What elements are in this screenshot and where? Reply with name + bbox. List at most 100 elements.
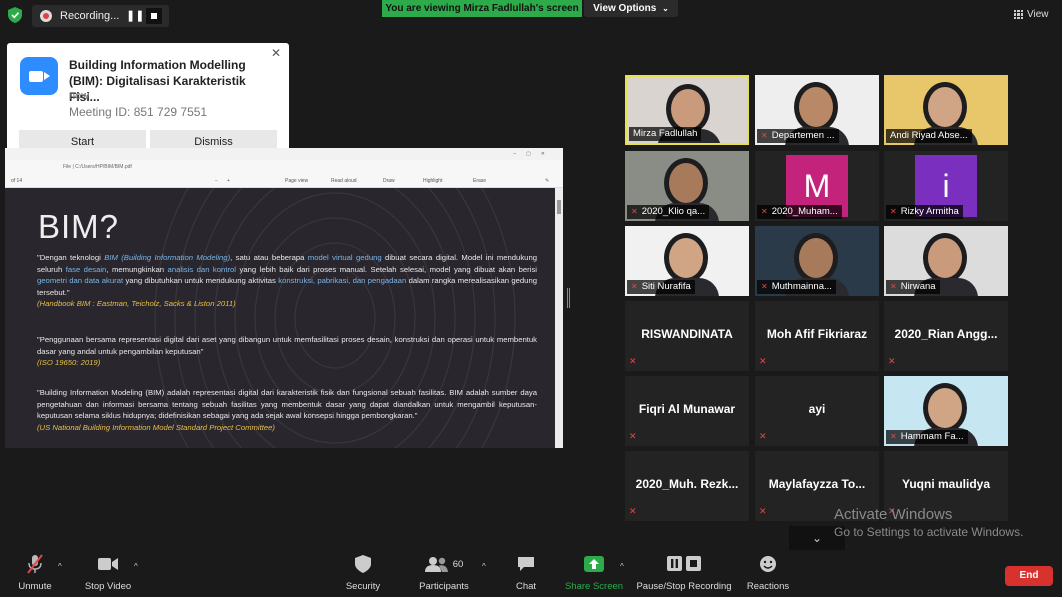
participant-name: Fiqri Al Munawar xyxy=(638,402,736,416)
address-text: File | C:/Users/HP/BIM/BIM.pdf xyxy=(63,164,132,170)
share-screen-icon xyxy=(584,556,604,572)
zoom-out-icon[interactable]: − xyxy=(215,178,218,184)
citation-1: (Handbook BIM : Eastman, Teicholz, Sacks… xyxy=(37,299,236,308)
recording-dot-icon xyxy=(40,10,52,22)
stop-video-label: Stop Video xyxy=(84,581,132,592)
participant-face xyxy=(928,238,962,278)
close-icon[interactable]: ✕ xyxy=(271,46,281,60)
view-options-label: View Options xyxy=(593,3,657,14)
chat-button[interactable]: Chat xyxy=(508,552,544,597)
panel-splitter[interactable] xyxy=(567,288,570,308)
participant-tile[interactable]: Hammam Fa... xyxy=(884,376,1008,446)
participant-name: Muthmainna... xyxy=(757,280,836,294)
paragraph-1: "Dengan teknologi BIM (Building Informat… xyxy=(37,253,538,308)
recording-indicator: Recording... ❚❚ xyxy=(32,5,169,27)
muted-mic-icon: ✕ xyxy=(629,506,637,516)
audio-options-chevron-icon[interactable]: ^ xyxy=(58,562,62,571)
view-options-button[interactable]: View Options ⌄ xyxy=(584,0,678,17)
participants-count: 60 xyxy=(452,558,464,570)
notification-title: Building Information Modelling (BIM): Di… xyxy=(69,58,246,104)
slide-title: BIM? xyxy=(38,208,120,245)
participant-name: Mirza Fadlullah xyxy=(629,127,702,141)
view-label: View xyxy=(1027,9,1049,20)
citation-3: (US National Building Information Model … xyxy=(37,422,275,432)
participant-tile[interactable]: Mirza Fadlullah xyxy=(625,75,749,145)
participant-tile[interactable]: 2020_Rian Angg... ✕ xyxy=(884,301,1008,371)
participant-face xyxy=(671,89,705,129)
participant-tile[interactable]: Moh Afif Fikriaraz ✕ xyxy=(755,301,879,371)
chat-label: Chat xyxy=(515,581,537,592)
pdf-slide: BIM? "Dengan teknologi BIM (Building Inf… xyxy=(5,188,555,448)
grid-view-icon xyxy=(1014,10,1023,19)
participant-tile[interactable]: Nirwana xyxy=(884,226,1008,296)
participant-tile[interactable]: Muthmainna... xyxy=(755,226,879,296)
security-button[interactable]: Security xyxy=(340,552,386,597)
shield-icon[interactable] xyxy=(8,7,22,23)
security-label: Security xyxy=(345,581,381,592)
participant-tile[interactable]: ayi ✕ xyxy=(755,376,879,446)
muted-mic-icon xyxy=(27,554,43,574)
share-options-chevron-icon[interactable]: ^ xyxy=(620,562,624,571)
meeting-id: Meeting ID: 851 729 7551 xyxy=(69,105,208,119)
participant-tile[interactable]: M2020_Muham... xyxy=(755,151,879,221)
viewing-banner: You are viewing Mirza Fadlullah's screen xyxy=(382,0,582,17)
participant-tile[interactable]: 2020_Klio qa... xyxy=(625,151,749,221)
paragraph-3: "Building Information Modeling (BIM) ada… xyxy=(37,388,537,432)
participant-tile[interactable]: iRizky Armitha xyxy=(884,151,1008,221)
participant-face xyxy=(669,238,703,278)
participants-icon xyxy=(424,557,448,572)
toolbar-draw[interactable]: Draw xyxy=(383,178,395,184)
zoom-in-icon[interactable]: + xyxy=(227,178,230,184)
participant-tile[interactable]: Fiqri Al Munawar ✕ xyxy=(625,376,749,446)
toolbar-highlight[interactable]: Highlight xyxy=(423,178,442,184)
participant-name: Maylafayzza To... xyxy=(768,477,866,491)
toolbar-read-aloud[interactable]: Read aloud xyxy=(331,178,357,184)
toolbar-page-view[interactable]: Page view xyxy=(285,178,308,184)
unmute-button[interactable]: Unmute xyxy=(10,552,60,597)
security-shield-icon xyxy=(355,555,371,573)
browser-address-bar[interactable]: File | C:/Users/HP/BIM/BIM.pdf xyxy=(5,160,563,175)
participant-tile[interactable]: Departemen ... xyxy=(755,75,879,145)
participant-face xyxy=(799,238,833,278)
stop-video-button[interactable]: Stop Video xyxy=(80,552,136,597)
participants-chevron-icon[interactable]: ^ xyxy=(482,562,486,571)
chevron-down-icon: ⌄ xyxy=(662,4,669,13)
stop-icon[interactable] xyxy=(146,8,162,24)
participant-face xyxy=(928,87,962,127)
participants-button[interactable]: 60 Participants xyxy=(414,552,474,597)
participants-label: Participants xyxy=(419,581,469,592)
participant-tile[interactable]: RISWANDINATA ✕ xyxy=(625,301,749,371)
end-meeting-button[interactable]: End xyxy=(1005,566,1053,586)
chat-bubble-icon xyxy=(518,557,534,571)
toolbar-erase[interactable]: Erase xyxy=(473,178,486,184)
muted-mic-icon: ✕ xyxy=(629,431,637,441)
pdf-scrollbar[interactable] xyxy=(555,188,563,448)
video-options-chevron-icon[interactable]: ^ xyxy=(134,562,138,571)
participant-name: ayi xyxy=(808,402,826,416)
meeting-controls: Unmute ^ Stop Video ^ Security 60 Partic… xyxy=(0,552,1062,597)
muted-mic-icon: ✕ xyxy=(629,356,637,366)
activate-windows-title: Activate Windows xyxy=(834,506,953,523)
recording-controls-label: Pause/Stop Recording xyxy=(636,581,732,592)
participant-name: Moh Afif Fikriaraz xyxy=(766,327,868,341)
muted-mic-icon: ✕ xyxy=(759,431,767,441)
smiley-icon xyxy=(760,556,776,572)
participant-face xyxy=(928,388,962,428)
pin-icon[interactable]: ✎ xyxy=(545,178,549,184)
participant-tile[interactable]: Siti Nurafifa xyxy=(625,226,749,296)
view-button[interactable]: View xyxy=(1014,9,1049,20)
reactions-button[interactable]: Reactions xyxy=(744,552,792,597)
pause-stop-recording-button[interactable]: Pause/Stop Recording xyxy=(636,552,732,597)
shared-screen[interactable]: –▢✕ File | C:/Users/HP/BIM/BIM.pdf of 14… xyxy=(5,148,563,448)
share-screen-button[interactable]: Share Screen xyxy=(564,552,624,597)
muted-mic-icon: ✕ xyxy=(759,506,767,516)
pause-stop-recording-icon xyxy=(667,556,701,571)
participant-name: RISWANDINATA xyxy=(641,327,733,341)
participant-tile[interactable]: 2020_Muh. Rezk... ✕ xyxy=(625,451,749,521)
participant-name: 2020_Muh. Rezk... xyxy=(635,477,739,491)
share-screen-label: Share Screen xyxy=(564,581,624,592)
participant-tile[interactable]: Andi Riyad Abse... xyxy=(884,75,1008,145)
participant-name: Andi Riyad Abse... xyxy=(886,129,972,143)
unmute-label: Unmute xyxy=(18,581,52,592)
pause-icon[interactable]: ❚❚ xyxy=(126,8,144,24)
